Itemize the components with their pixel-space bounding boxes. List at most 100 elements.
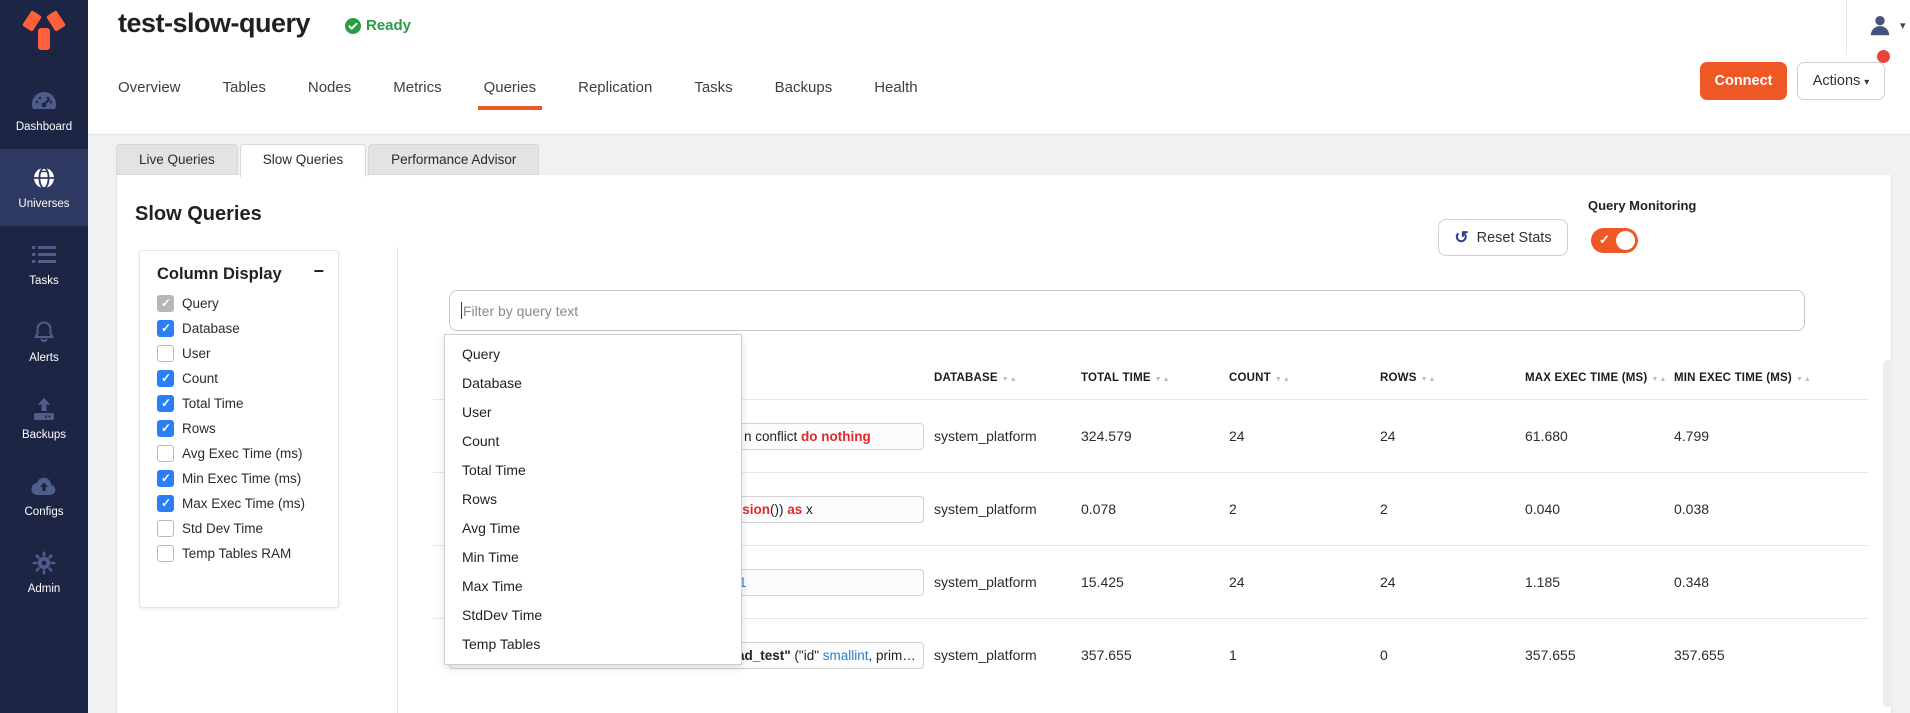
- notification-dot: [1877, 50, 1890, 63]
- subtab-slow-queries[interactable]: Slow Queries: [240, 144, 366, 177]
- sidebar-item-tasks[interactable]: Tasks: [0, 226, 88, 303]
- checkbox[interactable]: [157, 545, 174, 562]
- dropdown-item-query[interactable]: Query: [445, 340, 741, 369]
- dropdown-item-max-time[interactable]: Max Time: [445, 572, 741, 601]
- total-time-cell: 324.579: [1081, 428, 1132, 444]
- checkbox-row-std-dev-time[interactable]: Std Dev Time: [157, 516, 330, 541]
- tab-overview[interactable]: Overview: [118, 64, 181, 110]
- toggle-knob: [1616, 231, 1635, 250]
- reset-stats-button[interactable]: ↺ Reset Stats: [1438, 219, 1568, 256]
- sidebar-item-configs[interactable]: Configs: [0, 457, 88, 534]
- sort-icons[interactable]: ▼▲: [1421, 376, 1437, 383]
- subtab-live-queries[interactable]: Live Queries: [116, 144, 238, 175]
- sidebar-item-backups[interactable]: Backups: [0, 380, 88, 457]
- query-filter-input[interactable]: [449, 290, 1805, 331]
- checkbox[interactable]: [157, 420, 174, 437]
- checkbox-row-user[interactable]: User: [157, 341, 330, 366]
- checkbox-row-count[interactable]: Count: [157, 366, 330, 391]
- max-exec-time-cell: 61.680: [1525, 428, 1568, 444]
- count-cell: 24: [1229, 428, 1245, 444]
- check-circle-icon: [345, 18, 361, 34]
- dropdown-item-stddev-time[interactable]: StdDev Time: [445, 601, 741, 630]
- sort-icons[interactable]: ▼▲: [1796, 376, 1812, 383]
- checkbox[interactable]: [157, 370, 174, 387]
- checkbox-row-rows[interactable]: Rows: [157, 416, 330, 441]
- sort-icons[interactable]: ▼▲: [1002, 376, 1018, 383]
- checkbox-label: Max Exec Time (ms): [182, 496, 305, 511]
- col-header-rows[interactable]: ROWS▼▲: [1380, 372, 1436, 384]
- query-monitoring-toggle[interactable]: ✓: [1591, 228, 1638, 253]
- sort-icons[interactable]: ▼▲: [1651, 376, 1667, 383]
- col-header-count[interactable]: COUNT▼▲: [1229, 372, 1291, 384]
- sort-icons[interactable]: ▼▲: [1155, 376, 1171, 383]
- checkbox[interactable]: [157, 520, 174, 537]
- upload-icon: [32, 396, 56, 422]
- checkbox[interactable]: [157, 395, 174, 412]
- dropdown-item-temp-tables[interactable]: Temp Tables: [445, 630, 741, 659]
- checkbox[interactable]: [157, 320, 174, 337]
- tab-nodes[interactable]: Nodes: [308, 64, 351, 110]
- tab-queries[interactable]: Queries: [484, 64, 537, 110]
- min-exec-time-cell: 357.655: [1674, 647, 1725, 663]
- checkbox-row-total-time[interactable]: Total Time: [157, 391, 330, 416]
- total-time-cell: 0.078: [1081, 501, 1116, 517]
- yugabyte-logo[interactable]: [0, 8, 88, 54]
- tab-tasks[interactable]: Tasks: [694, 64, 732, 110]
- tab-backups[interactable]: Backups: [775, 64, 833, 110]
- checkbox-label: Query: [182, 296, 219, 311]
- checkbox-row-min-exec-time[interactable]: Min Exec Time (ms): [157, 466, 330, 491]
- gear-icon: [32, 550, 56, 576]
- sidebar-nav: Dashboard Universes Tasks Alerts Backups: [0, 72, 88, 611]
- dropdown-item-min-time[interactable]: Min Time: [445, 543, 741, 572]
- sidebar-item-admin[interactable]: Admin: [0, 534, 88, 611]
- sidebar-item-label: Admin: [28, 583, 61, 595]
- sort-icons[interactable]: ▼▲: [1275, 376, 1291, 383]
- tab-replication[interactable]: Replication: [578, 64, 652, 110]
- sidebar-item-universes[interactable]: Universes: [0, 149, 88, 226]
- checkbox-label: Temp Tables RAM: [182, 546, 291, 561]
- connect-button[interactable]: Connect: [1700, 62, 1787, 100]
- col-header-total-time[interactable]: TOTAL TIME▼▲: [1081, 372, 1171, 384]
- query-monitoring-label: Query Monitoring: [1588, 198, 1696, 213]
- checkbox-row-avg-exec-time[interactable]: Avg Exec Time (ms): [157, 441, 330, 466]
- count-cell: 2: [1229, 501, 1237, 517]
- checkbox[interactable]: [157, 495, 174, 512]
- dropdown-item-total-time[interactable]: Total Time: [445, 456, 741, 485]
- dropdown-item-avg-time[interactable]: Avg Time: [445, 514, 741, 543]
- checkbox-label: Min Exec Time (ms): [182, 471, 301, 486]
- dropdown-item-count[interactable]: Count: [445, 427, 741, 456]
- sidebar-item-dashboard[interactable]: Dashboard: [0, 72, 88, 149]
- actions-button[interactable]: Actions▾: [1797, 62, 1885, 100]
- checkbox-row-max-exec-time[interactable]: Max Exec Time (ms): [157, 491, 330, 516]
- collapse-minus-icon[interactable]: −: [313, 261, 324, 282]
- checkbox[interactable]: [157, 445, 174, 462]
- database-cell: system_platform: [934, 647, 1037, 663]
- globe-icon: [32, 165, 56, 191]
- max-exec-time-cell: 357.655: [1525, 647, 1576, 663]
- rows-cell: 2: [1380, 501, 1388, 517]
- tab-health[interactable]: Health: [874, 64, 917, 110]
- tab-tables[interactable]: Tables: [223, 64, 266, 110]
- bell-icon: [32, 319, 56, 345]
- dropdown-item-user[interactable]: User: [445, 398, 741, 427]
- checkbox[interactable]: [157, 470, 174, 487]
- universe-header: test-slow-query Ready ▾ Overview Tables …: [88, 0, 1910, 135]
- user-menu[interactable]: ▾: [1867, 12, 1906, 38]
- tab-metrics[interactable]: Metrics: [393, 64, 441, 110]
- dropdown-item-rows[interactable]: Rows: [445, 485, 741, 514]
- dropdown-item-database[interactable]: Database: [445, 369, 741, 398]
- sidebar-item-alerts[interactable]: Alerts: [0, 303, 88, 380]
- checkbox[interactable]: [157, 295, 174, 312]
- checkbox-row-database[interactable]: Database: [157, 316, 330, 341]
- checkbox-label: Database: [182, 321, 240, 336]
- table-scrollbar[interactable]: [1883, 360, 1893, 707]
- checkbox[interactable]: [157, 345, 174, 362]
- col-header-max-exec-time[interactable]: MAX EXEC TIME (MS)▼▲: [1525, 372, 1667, 384]
- column-display-card: Column Display − Query Database User Cou…: [139, 250, 339, 608]
- col-header-database[interactable]: DATABASE▼▲: [934, 372, 1018, 384]
- reset-stats-label: Reset Stats: [1477, 230, 1552, 246]
- checkbox-row-query[interactable]: Query: [157, 291, 330, 316]
- col-header-min-exec-time[interactable]: MIN EXEC TIME (MS)▼▲: [1674, 372, 1812, 384]
- subtab-performance-advisor[interactable]: Performance Advisor: [368, 144, 539, 175]
- checkbox-row-temp-tables-ram[interactable]: Temp Tables RAM: [157, 541, 330, 566]
